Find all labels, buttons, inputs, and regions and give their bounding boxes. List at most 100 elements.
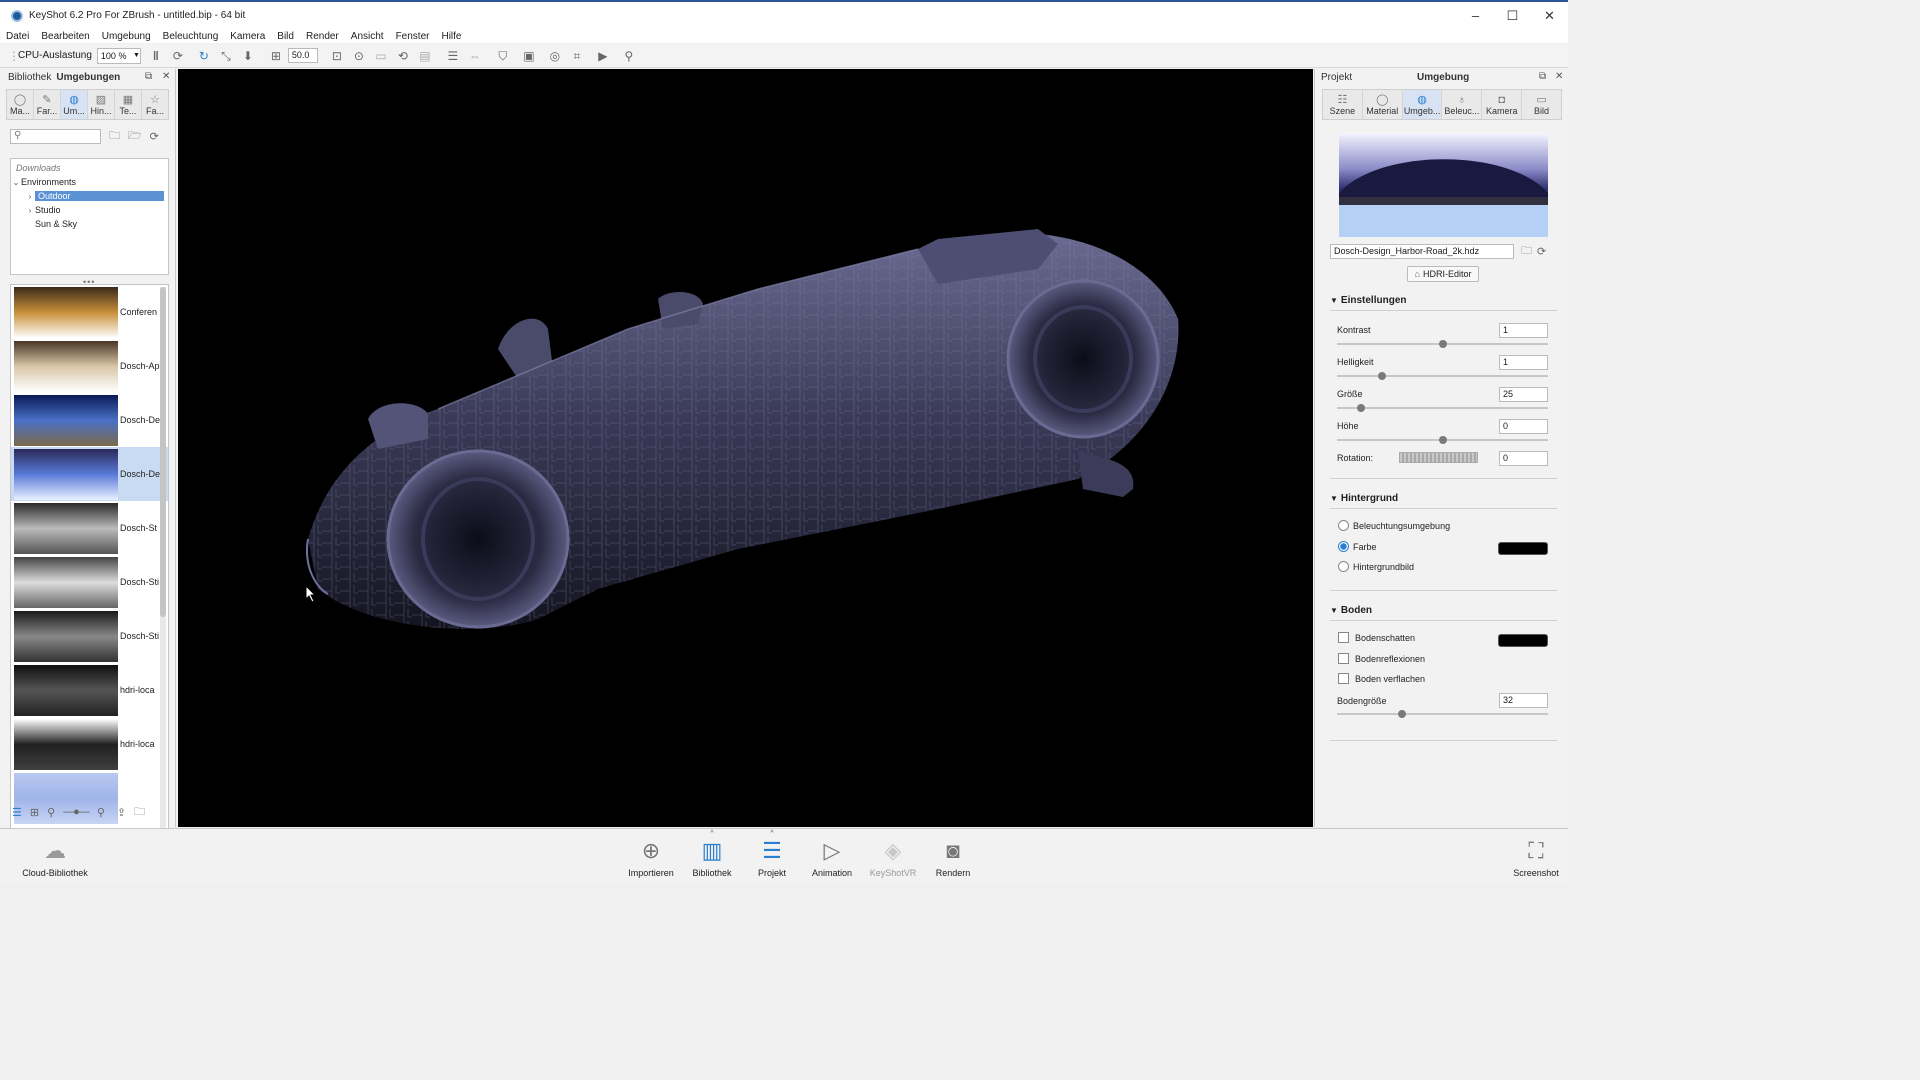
- menu-render[interactable]: Render: [306, 31, 339, 42]
- radio-color[interactable]: [1338, 541, 1349, 552]
- render-viewport[interactable]: [178, 69, 1313, 827]
- layers-icon[interactable]: ☰: [446, 49, 460, 63]
- menu-fenster[interactable]: Fenster: [396, 31, 430, 42]
- sync-icon[interactable]: ⟳: [171, 49, 185, 63]
- slider-knob[interactable]: [1438, 436, 1447, 444]
- vertical-scrollbar[interactable]: [160, 287, 166, 847]
- environment-thumbnail-item[interactable]: hdri-loca: [11, 663, 168, 717]
- tab-colors[interactable]: ✎ Far...: [34, 90, 61, 119]
- import-button[interactable]: ⊕ Importieren: [619, 832, 683, 880]
- screenshot-region-icon[interactable]: ⊡: [330, 49, 344, 63]
- upload-icon[interactable]: ⇪: [117, 806, 126, 819]
- ground-size-input[interactable]: 32: [1499, 693, 1548, 708]
- panel-close-icon[interactable]: ✕: [162, 71, 170, 82]
- contrast-input[interactable]: 1: [1499, 323, 1548, 338]
- camera-tool-icon[interactable]: ⊙: [352, 49, 366, 63]
- tab-lighting[interactable]: ♁ Beleuc...: [1442, 90, 1483, 119]
- tree-item-studio[interactable]: › Studio: [11, 203, 168, 217]
- menu-beleuchtung[interactable]: Beleuchtung: [163, 31, 219, 42]
- size-slider[interactable]: [1337, 404, 1548, 412]
- console-icon[interactable]: ▶: [596, 49, 610, 63]
- hdri-file-input[interactable]: Dosch-Design_Harbor-Road_2k.hdz: [1330, 244, 1514, 259]
- scrollbar-handle[interactable]: [160, 287, 166, 617]
- tab-material[interactable]: ◯ Material: [1363, 90, 1403, 119]
- rotation-input[interactable]: 0: [1499, 451, 1548, 466]
- environment-thumbnail-item[interactable]: Conferen: [11, 285, 168, 339]
- menu-hilfe[interactable]: Hilfe: [441, 31, 461, 42]
- chevron-right-icon[interactable]: ›: [25, 192, 35, 201]
- background-color-swatch[interactable]: [1498, 542, 1548, 555]
- panel-close-icon[interactable]: ✕: [1555, 71, 1563, 82]
- zoom-out-icon[interactable]: ⚲: [47, 806, 55, 819]
- rotate-icon[interactable]: ⟲: [396, 49, 410, 63]
- menu-bearbeiten[interactable]: Bearbeiten: [41, 31, 89, 42]
- figure-icon[interactable]: ⚲: [622, 49, 636, 63]
- size-input[interactable]: 25: [1499, 387, 1548, 402]
- fit-view-icon[interactable]: ⤡: [219, 49, 233, 63]
- thumbnail-size-slider[interactable]: —●—: [63, 806, 90, 818]
- keyshotvr-button[interactable]: ◈ KeyShotVR: [861, 832, 925, 880]
- hdri-preview-image[interactable]: [1339, 133, 1548, 237]
- height-slider[interactable]: [1337, 436, 1548, 444]
- list-view-icon[interactable]: ☰: [12, 806, 22, 819]
- tab-materials[interactable]: ◯ Ma...: [7, 90, 34, 119]
- chevron-down-icon[interactable]: ⌄: [11, 178, 21, 187]
- ground-shadow-checkbox[interactable]: [1338, 632, 1349, 643]
- zoom-input[interactable]: 50.0: [287, 48, 318, 63]
- ground-section-header[interactable]: ▼ Boden: [1330, 605, 1372, 616]
- frame-icon[interactable]: ▭: [374, 49, 388, 63]
- close-button[interactable]: ✕: [1531, 2, 1568, 29]
- environment-thumbnail-item[interactable]: Dosch-Ap: [11, 339, 168, 393]
- project-button[interactable]: ^ ☰ Projekt: [740, 830, 804, 880]
- folder-icon[interactable]: 🗀: [134, 803, 145, 822]
- library-search-input[interactable]: ⚲: [10, 129, 101, 144]
- environment-thumbnail-item[interactable]: Dosch-Sti: [11, 609, 168, 663]
- environment-thumbnail-item[interactable]: Dosch-Sti: [11, 555, 168, 609]
- library-button[interactable]: ^ ▥ Bibliothek: [680, 830, 744, 880]
- brightness-input[interactable]: 1: [1499, 355, 1548, 370]
- panel-icon[interactable]: ▣: [522, 49, 536, 63]
- environment-thumbnail-item[interactable]: Dosch-St: [11, 501, 168, 555]
- align-icon[interactable]: ⇔: [468, 49, 482, 63]
- menu-umgebung[interactable]: Umgebung: [102, 31, 151, 42]
- undock-icon[interactable]: ⧉: [145, 71, 152, 82]
- tab-environment[interactable]: ◍ Umgeb...: [1402, 90, 1443, 119]
- screenshot-button[interactable]: ⛶ Screenshot: [1504, 832, 1568, 880]
- hdri-editor-button[interactable]: ⌂ HDRI-Editor: [1407, 266, 1479, 282]
- ground-flatten-checkbox[interactable]: [1338, 673, 1349, 684]
- radio-background-image[interactable]: [1338, 561, 1349, 572]
- tree-item-sun-sky[interactable]: Sun & Sky: [11, 217, 168, 231]
- folder-open-icon[interactable]: 🗀: [1521, 242, 1532, 261]
- move-down-icon[interactable]: ⬇: [241, 49, 255, 63]
- folder-add-icon[interactable]: 🗀: [109, 127, 120, 146]
- slider-knob[interactable]: [1438, 340, 1447, 348]
- menu-datei[interactable]: Datei: [6, 31, 29, 42]
- maximize-button[interactable]: ☐: [1494, 2, 1531, 29]
- chevron-right-icon[interactable]: ›: [25, 206, 35, 215]
- environment-thumbnail-item[interactable]: Dosch-De: [11, 393, 168, 447]
- pause-icon[interactable]: ‖: [149, 49, 163, 63]
- contrast-slider[interactable]: [1337, 340, 1548, 348]
- tab-environments[interactable]: ◍ Um...: [61, 90, 88, 119]
- cloud-library-button[interactable]: ☁ Cloud-Bibliothek: [20, 832, 90, 880]
- folder-remove-icon[interactable]: 🗁: [128, 127, 142, 146]
- slider-knob[interactable]: [1397, 710, 1406, 718]
- settings-section-header[interactable]: ▼ Einstellungen: [1330, 295, 1406, 306]
- background-section-header[interactable]: ▼ Hintergrund: [1330, 493, 1398, 504]
- rotation-dial[interactable]: [1399, 452, 1478, 463]
- minimize-button[interactable]: –: [1457, 2, 1494, 29]
- refresh-icon[interactable]: ⟳: [150, 130, 159, 143]
- lock-icon[interactable]: ▤: [418, 49, 432, 63]
- refresh-icon[interactable]: ⟳: [1537, 245, 1546, 258]
- slider-knob[interactable]: [1357, 404, 1366, 412]
- crop-icon[interactable]: ⌗: [570, 49, 584, 63]
- tab-camera[interactable]: ◘ Kamera: [1482, 90, 1523, 119]
- grid-view-icon[interactable]: ⊞: [30, 806, 39, 819]
- height-input[interactable]: 0: [1499, 419, 1548, 434]
- environment-thumbnail-item[interactable]: Dosch-De: [11, 447, 168, 501]
- ground-reflections-checkbox[interactable]: [1338, 653, 1349, 664]
- tree-item-environments[interactable]: ⌄ Environments: [11, 175, 168, 189]
- ground-shadow-color-swatch[interactable]: [1498, 634, 1548, 647]
- refresh-icon[interactable]: ↻: [197, 49, 211, 63]
- tab-textures[interactable]: ▦ Te...: [115, 90, 142, 119]
